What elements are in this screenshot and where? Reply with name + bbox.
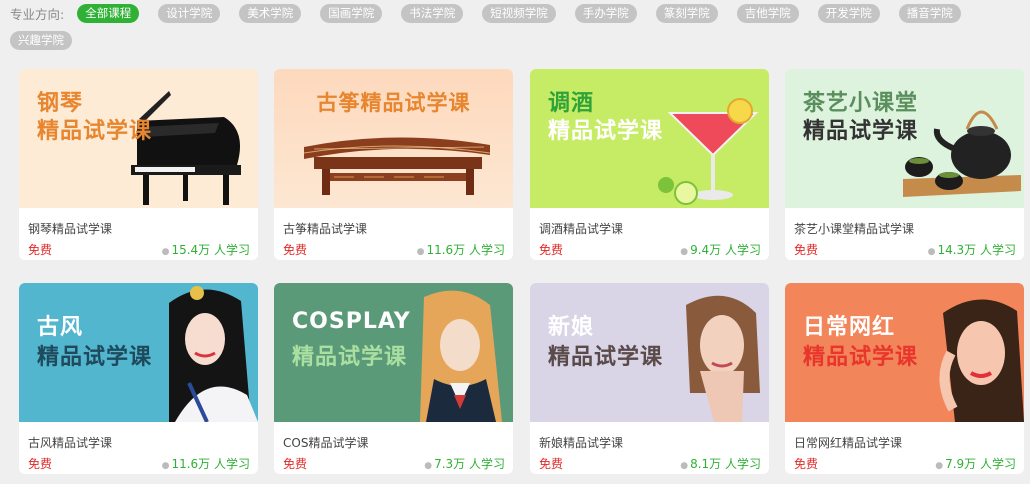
course-price: 免费 <box>28 457 53 471</box>
learner-count-text: 7.3万 人学习 <box>434 457 505 471</box>
chip-chinese-painting[interactable]: 国画学院 <box>320 4 383 23</box>
banner-line1: 古筝精品试学课 <box>316 91 471 115</box>
learner-count: ● 11.6万 人学习 <box>417 241 505 258</box>
course-title[interactable]: 钢琴精品试学课 <box>28 220 112 237</box>
course-banner[interactable]: 调酒 精品试学课 <box>530 69 769 208</box>
course-title[interactable]: COS精品试学课 <box>283 434 368 451</box>
chip-all-courses[interactable]: 全部课程 <box>77 4 140 23</box>
chip-fine-art[interactable]: 美术学院 <box>239 4 302 23</box>
course-price: 免费 <box>794 457 819 471</box>
person-icon: ● <box>680 247 689 257</box>
course-price: 免费 <box>283 243 308 257</box>
banner-line2: 精品试学课 <box>37 345 153 370</box>
course-banner[interactable]: 新娘 精品试学课 <box>530 283 769 422</box>
course-price: 免费 <box>283 457 308 471</box>
category-filter-bar: 专业方向: 全部课程 设计学院 美术学院 国画学院 书法学院 短视频学院 手办学… <box>10 4 1025 50</box>
learner-count-text: 7.9万 人学习 <box>945 457 1016 471</box>
chip-seal-carving[interactable]: 篆刻学院 <box>655 4 718 23</box>
course-title[interactable]: 茶艺小课堂精品试学课 <box>794 220 914 237</box>
course-banner[interactable]: COSPLAY 精品试学课 <box>274 283 513 422</box>
banner-line1: 古风 <box>37 315 84 340</box>
learner-count-text: 9.4万 人学习 <box>690 243 761 257</box>
course-banner[interactable]: 茶艺小课堂 精品试学课 <box>785 69 1024 208</box>
course-price: 免费 <box>794 243 819 257</box>
course-banner[interactable]: 钢琴 精品试学课 <box>19 69 258 208</box>
banner-line2: 精品试学课 <box>37 119 153 144</box>
course-banner[interactable]: 古风 精品试学课 <box>19 283 258 422</box>
learner-count: ● 15.4万 人学习 <box>162 241 250 258</box>
learner-count: ● 9.4万 人学习 <box>680 241 761 258</box>
banner-line1: COSPLAY <box>292 309 411 334</box>
course-banner[interactable]: 日常网红 精品试学课 <box>785 283 1024 422</box>
banner-line1: 新娘 <box>548 315 595 340</box>
chip-figurine[interactable]: 手办学院 <box>574 4 637 23</box>
chip-development[interactable]: 开发学院 <box>817 4 880 23</box>
person-icon: ● <box>927 247 936 257</box>
learner-count-text: 14.3万 人学习 <box>937 243 1016 257</box>
chip-interest[interactable]: 兴趣学院 <box>10 31 72 50</box>
course-price: 免费 <box>539 243 564 257</box>
course-card[interactable]: COSPLAY 精品试学课 COS精品试学课 免费 ● 7.3万 人学习 <box>274 283 513 474</box>
learner-count: ● 11.6万 人学习 <box>162 455 250 472</box>
learner-count: ● 14.3万 人学习 <box>928 241 1016 258</box>
person-icon: ● <box>424 461 433 471</box>
learner-count: ● 8.1万 人学习 <box>680 455 761 472</box>
person-icon: ● <box>416 247 425 257</box>
course-title[interactable]: 调酒精品试学课 <box>539 220 623 237</box>
course-price: 免费 <box>539 457 564 471</box>
banner-line2: 精品试学课 <box>548 345 664 370</box>
chip-broadcasting[interactable]: 播音学院 <box>898 4 961 23</box>
course-title[interactable]: 古筝精品试学课 <box>283 220 367 237</box>
course-title[interactable]: 古风精品试学课 <box>28 434 112 451</box>
chip-calligraphy[interactable]: 书法学院 <box>401 4 464 23</box>
banner-line2: 精品试学课 <box>803 119 919 144</box>
course-card[interactable]: 调酒 精品试学课 调酒精品试学课 免费 ● 9.4万 人学习 <box>530 69 769 260</box>
banner-line2: 精品试学课 <box>803 345 919 370</box>
course-card[interactable]: 钢琴 精品试学课 钢琴精品试学课 免费 ● 15.4万 人学习 <box>19 69 258 260</box>
course-price: 免费 <box>28 243 53 257</box>
learner-count-text: 11.6万 人学习 <box>171 457 250 471</box>
person-icon: ● <box>935 461 944 471</box>
course-card[interactable]: 新娘 精品试学课 新娘精品试学课 免费 ● 8.1万 人学习 <box>530 283 769 474</box>
course-card[interactable]: 古风 精品试学课 古风精品试学课 免费 ● 11.6万 人学习 <box>19 283 258 474</box>
person-icon: ● <box>161 461 170 471</box>
banner-line1: 日常网红 <box>803 315 896 340</box>
course-title[interactable]: 新娘精品试学课 <box>539 434 623 451</box>
course-title[interactable]: 日常网红精品试学课 <box>794 434 902 451</box>
person-icon: ● <box>680 461 689 471</box>
learner-count: ● 7.3万 人学习 <box>424 455 505 472</box>
banner-line2: 精品试学课 <box>548 119 664 144</box>
course-banner[interactable]: 古筝精品试学课 <box>274 69 513 208</box>
learner-count-text: 15.4万 人学习 <box>171 243 250 257</box>
chip-guitar[interactable]: 吉他学院 <box>736 4 799 23</box>
learner-count-text: 8.1万 人学习 <box>690 457 761 471</box>
course-card[interactable]: 古筝精品试学课 古筝精品试学课 免费 ● 11.6万 人学习 <box>274 69 513 260</box>
chip-short-video[interactable]: 短视频学院 <box>482 4 556 23</box>
course-card[interactable]: 日常网红 精品试学课 日常网红精品试学课 免费 ● 7.9万 人学习 <box>785 283 1024 474</box>
person-icon: ● <box>161 247 170 257</box>
learner-count: ● 7.9万 人学习 <box>935 455 1016 472</box>
banner-line2: 精品试学课 <box>292 345 408 370</box>
learner-count-text: 11.6万 人学习 <box>426 243 505 257</box>
course-card[interactable]: 茶艺小课堂 精品试学课 茶艺小课堂精品试学课 免费 ● 14.3万 人学习 <box>785 69 1024 260</box>
filter-label: 专业方向: <box>10 7 65 22</box>
chip-design[interactable]: 设计学院 <box>158 4 221 23</box>
